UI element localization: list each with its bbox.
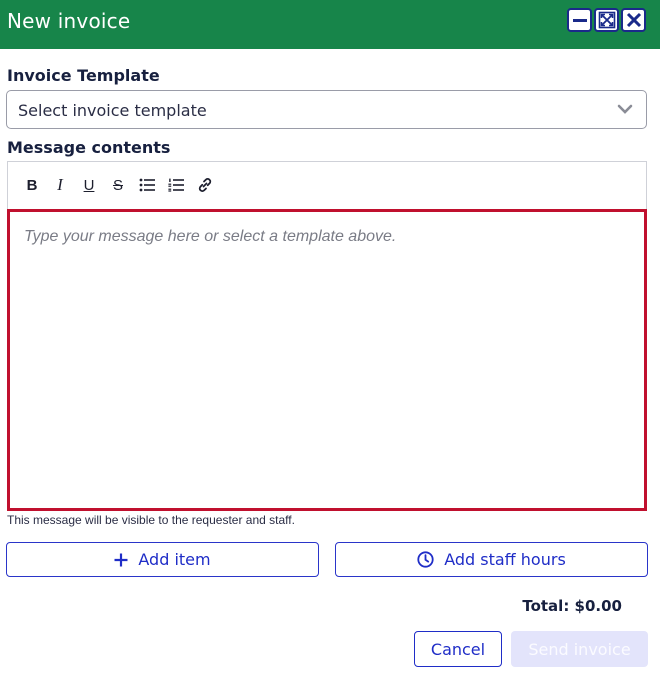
minimize-icon <box>572 19 587 22</box>
link-button[interactable] <box>196 176 214 194</box>
italic-icon: I <box>57 175 63 194</box>
editor-toolbar: B I U S <box>7 161 647 209</box>
invoice-template-placeholder: Select invoice template <box>18 101 207 120</box>
bullet-list-button[interactable] <box>138 176 156 194</box>
add-item-label: Add item <box>138 550 211 569</box>
close-icon <box>626 12 641 28</box>
minimize-button[interactable] <box>567 8 592 32</box>
close-button[interactable] <box>621 8 646 32</box>
underline-button[interactable]: U <box>80 176 98 194</box>
invoice-total: Total: $0.00 <box>522 597 622 615</box>
message-contents-label: Message contents <box>7 138 171 157</box>
invoice-template-label: Invoice Template <box>7 66 160 85</box>
bullet-list-icon <box>139 178 155 192</box>
visibility-hint: This message will be visible to the requ… <box>7 513 295 527</box>
italic-button[interactable]: I <box>51 175 69 194</box>
clock-icon <box>417 551 434 568</box>
message-placeholder: Type your message here or select a templ… <box>24 228 397 245</box>
numbered-list-icon <box>168 178 184 192</box>
chevron-down-icon <box>617 104 633 114</box>
bold-button[interactable]: B <box>23 176 41 194</box>
bold-icon: B <box>26 176 38 194</box>
message-editor[interactable]: Type your message here or select a templ… <box>7 209 647 511</box>
link-icon <box>198 178 212 192</box>
window-titlebar: New invoice <box>0 0 660 49</box>
underline-icon: U <box>83 176 95 194</box>
strikethrough-icon: S <box>112 176 123 194</box>
numbered-list-button[interactable] <box>167 176 185 194</box>
add-staff-hours-button[interactable]: Add staff hours <box>335 542 648 577</box>
window-title: New invoice <box>7 9 131 33</box>
plus-icon <box>114 553 128 566</box>
maximize-icon <box>598 11 615 29</box>
maximize-button[interactable] <box>594 8 619 32</box>
add-staff-hours-label: Add staff hours <box>444 550 566 569</box>
send-invoice-button[interactable]: Send invoice <box>511 631 648 667</box>
cancel-button[interactable]: Cancel <box>414 631 502 667</box>
strikethrough-button[interactable]: S <box>109 176 127 194</box>
add-item-button[interactable]: Add item <box>6 542 319 577</box>
invoice-template-select[interactable]: Select invoice template <box>6 90 647 129</box>
